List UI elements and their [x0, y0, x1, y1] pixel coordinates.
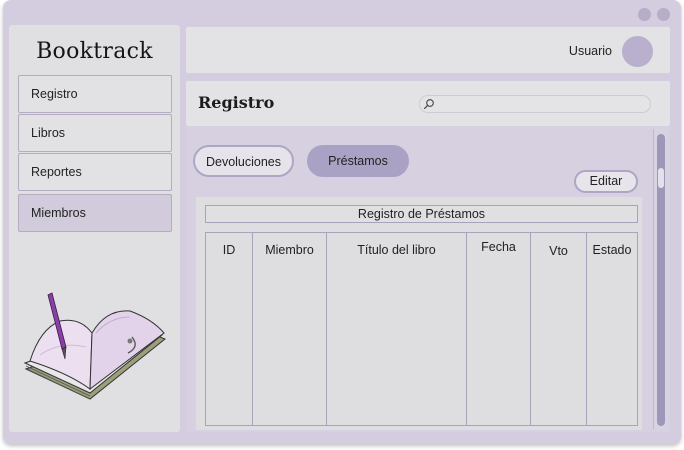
scrollbar-track[interactable]	[653, 129, 667, 429]
sidebar-item-reportes[interactable]: Reportes	[18, 153, 172, 191]
devoluciones-button[interactable]: Devoluciones	[193, 145, 294, 177]
avatar[interactable]	[622, 36, 653, 67]
top-bar: Usuario	[186, 27, 670, 73]
table-title: Registro de Préstamos	[205, 205, 638, 223]
user-label[interactable]: Usuario	[569, 44, 612, 58]
table-column-id: ID	[206, 233, 253, 425]
table-column-vto: Vto	[531, 233, 587, 425]
page-title: Registro	[198, 93, 275, 112]
sidebar-item-registro[interactable]: Registro	[18, 75, 172, 113]
table-header-miembro[interactable]: Miembro	[253, 243, 326, 257]
search-input[interactable]	[419, 95, 651, 113]
edit-button[interactable]: Editar	[574, 170, 638, 193]
sidebar-item-miembros[interactable]: Miembros	[18, 194, 172, 232]
table-header-titulo[interactable]: Título del libro	[327, 243, 466, 257]
sidebar-item-libros[interactable]: Libros	[18, 114, 172, 152]
table-column-titulo: Título del libro	[327, 233, 467, 425]
brand-logo: Booktrack	[36, 39, 153, 64]
loans-table-panel: Registro de Préstamos ID Miembro Título …	[196, 197, 642, 430]
loans-table: ID Miembro Título del libro Fecha Vto Es…	[205, 232, 638, 426]
page-header: Registro	[186, 81, 670, 126]
table-column-fecha: Fecha	[467, 233, 531, 425]
table-header-id[interactable]: ID	[206, 243, 252, 257]
table-column-miembro: Miembro	[253, 233, 327, 425]
scrollbar-handle[interactable]	[658, 168, 664, 188]
sidebar: Booktrack Registro Libros Reportes Miemb…	[9, 25, 180, 432]
main-content: Devoluciones Préstamos Editar Registro d…	[186, 126, 670, 432]
prestamos-button[interactable]: Préstamos	[307, 145, 409, 177]
open-book-with-pen-icon	[23, 292, 166, 400]
window-close-icon[interactable]	[657, 8, 670, 21]
window-minimize-icon[interactable]	[638, 8, 651, 21]
table-header-vto[interactable]: Vto	[531, 244, 586, 258]
table-header-estado[interactable]: Estado	[587, 243, 637, 257]
table-header-fecha[interactable]: Fecha	[467, 240, 530, 254]
search-icon	[424, 99, 434, 109]
table-column-estado: Estado	[587, 233, 637, 425]
